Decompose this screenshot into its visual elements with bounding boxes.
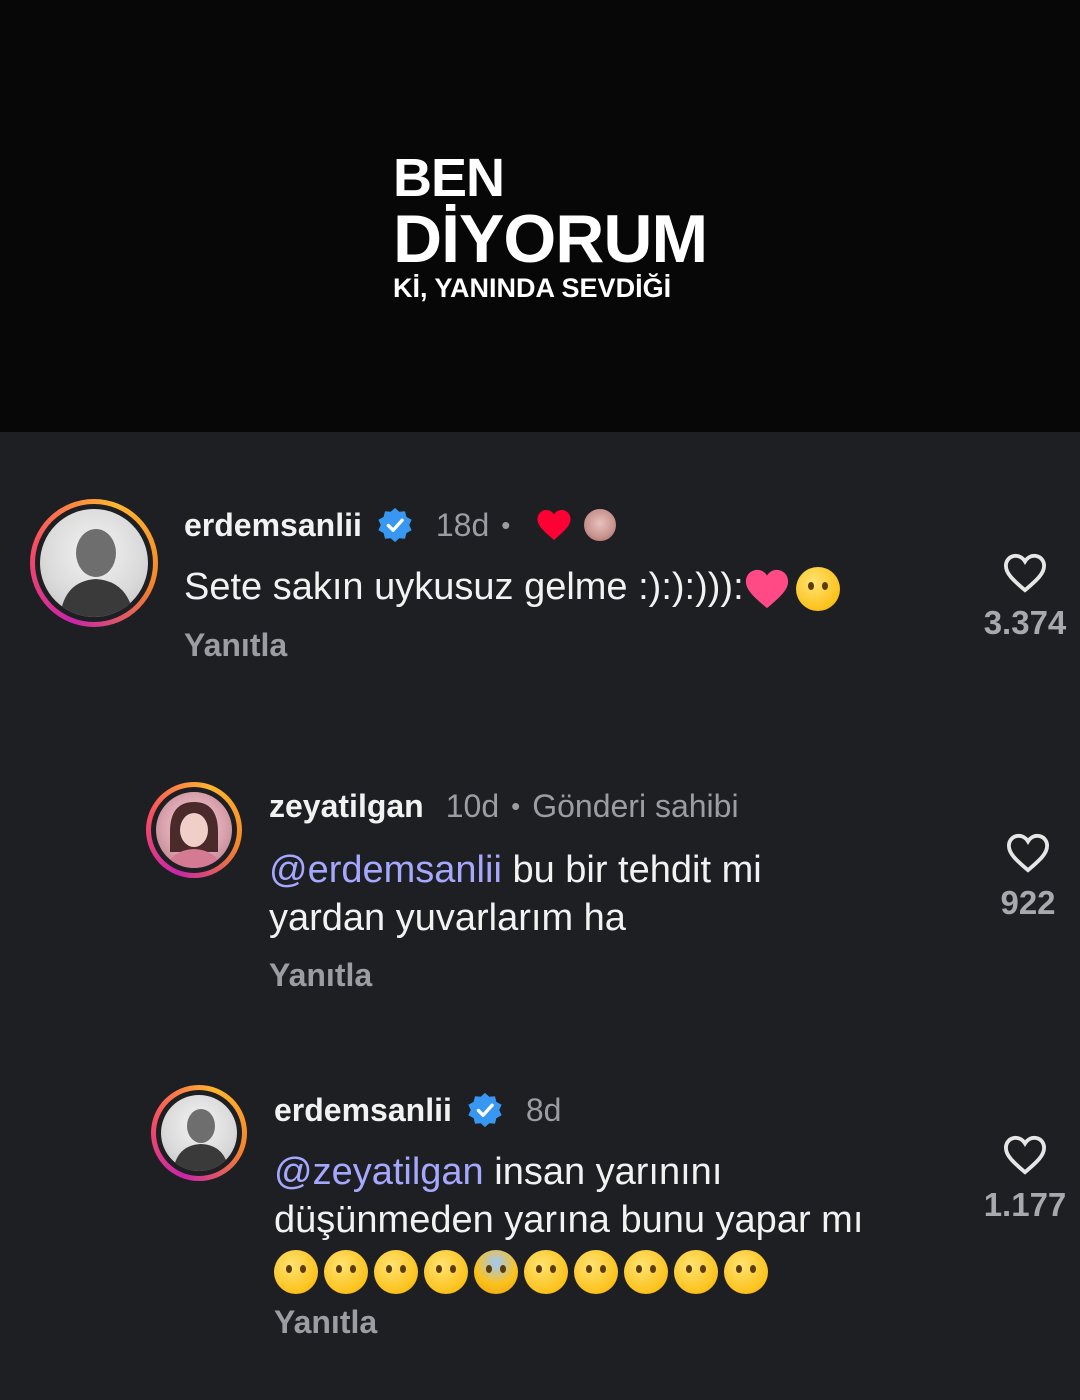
reply-button[interactable]: Yanıtla [269, 957, 372, 994]
verified-badge-icon [468, 1092, 502, 1128]
thinking-face-emoji-icon [524, 1249, 568, 1294]
comment-body-line-1: insan yarınını [483, 1151, 723, 1193]
yawning-face-emoji-icon [674, 1249, 718, 1294]
comment-header: erdemsanlii 18d • [184, 506, 619, 544]
hushed-face-emoji-icon [574, 1249, 618, 1294]
avatar[interactable] [146, 782, 242, 878]
screaming-face-emoji-icon [474, 1249, 518, 1294]
comment-header: erdemsanlii 8d [274, 1091, 561, 1129]
like-count: 3.374 [983, 604, 1067, 641]
reply-button[interactable]: Yanıtla [274, 1304, 377, 1341]
video-caption: BEN DİYORUM Kİ, YANINDA SEVDİĞİ [393, 148, 708, 304]
smiling-face-emoji-icon [324, 1249, 368, 1294]
avatar-photo [161, 1095, 237, 1171]
avatar[interactable] [30, 499, 158, 627]
heart-outline-icon[interactable] [1005, 832, 1051, 874]
sunglasses-face-emoji-icon [424, 1249, 468, 1294]
like-count: 922 [1000, 884, 1056, 921]
like-button[interactable]: 1.177 [975, 1134, 1075, 1224]
yawning-face-emoji-icon [624, 1249, 668, 1294]
comment-item: erdemsanlii 18d • Sete sakın uykusuz gel… [0, 432, 1080, 692]
creator-avatar [582, 507, 619, 543]
comment-body-line-2: yardan yuvarlarım ha [269, 897, 626, 939]
yawning-face-emoji-icon [724, 1249, 768, 1294]
caption-line-3: Kİ, YANINDA SEVDİĞİ [393, 273, 672, 303]
upside-down-face-emoji-icon [274, 1249, 318, 1294]
separator-dot: • [511, 791, 521, 821]
comment-body-line-1: bu bir tehdit mi [501, 849, 762, 891]
person-silhouette-icon [60, 529, 134, 617]
mention-link[interactable]: @zeyatilgan [274, 1151, 484, 1193]
caption-line-1: BEN [393, 148, 505, 208]
person-silhouette-icon [166, 802, 222, 868]
heart-outline-icon[interactable] [1002, 1134, 1048, 1176]
mention-link[interactable]: @erdemsanlii [269, 849, 502, 891]
avatar[interactable] [151, 1085, 247, 1181]
creator-liked-heart-icon [537, 510, 571, 540]
comment-text: Sete sakın uykusuz gelme :):):))): [184, 563, 840, 611]
comment-body-line-2: düşünmeden yarına bunu yapar mı [274, 1199, 864, 1241]
comment-header: zeyatilgan 10d • Gönderi sahibi [269, 788, 739, 825]
verified-badge-icon [378, 507, 412, 543]
comments-panel: erdemsanlii 18d • Sete sakın uykusuz gel… [0, 432, 1080, 1400]
no-mouth-face-emoji-icon [795, 566, 840, 611]
like-count: 1.177 [983, 1186, 1067, 1223]
caption-line-2: DİYORUM [393, 201, 708, 277]
comment-text: @erdemsanlii bu bir tehdit mi yardan yuv… [269, 846, 762, 942]
avatar-photo [40, 509, 148, 617]
like-button[interactable]: 3.374 [975, 552, 1075, 642]
post-owner-badge: Gönderi sahibi [532, 788, 739, 824]
video-preview[interactable]: BEN DİYORUM Kİ, YANINDA SEVDİĞİ [0, 0, 1080, 432]
raised-eyebrow-face-emoji-icon [374, 1249, 418, 1294]
comment-body: Sete sakın uykusuz gelme :):):))): [184, 566, 744, 608]
emoji-group [744, 566, 840, 611]
emoji-group [274, 1249, 768, 1294]
comment-time: 8d [525, 1091, 562, 1128]
comment-text: @zeyatilgan insan yarınını düşünmeden ya… [274, 1148, 863, 1294]
like-button[interactable]: 922 [978, 832, 1078, 922]
comment-item: zeyatilgan 10d • Gönderi sahibi @erdemsa… [0, 772, 1080, 1022]
username[interactable]: erdemsanlii [274, 1092, 452, 1129]
username[interactable]: zeyatilgan [269, 788, 424, 825]
avatar-photo [156, 792, 232, 868]
reply-button[interactable]: Yanıtla [184, 627, 287, 664]
comment-item: erdemsanlii 8d @zeyatilgan insan yarının… [0, 1082, 1080, 1382]
username[interactable]: erdemsanlii [184, 507, 362, 544]
heart-outline-icon[interactable] [1002, 552, 1048, 594]
separator-dot: • [501, 509, 511, 540]
pink-heart-emoji-icon [745, 569, 788, 609]
comment-time: 10d [445, 788, 500, 824]
comment-time: 18d [435, 506, 490, 543]
person-silhouette-icon [173, 1109, 229, 1171]
